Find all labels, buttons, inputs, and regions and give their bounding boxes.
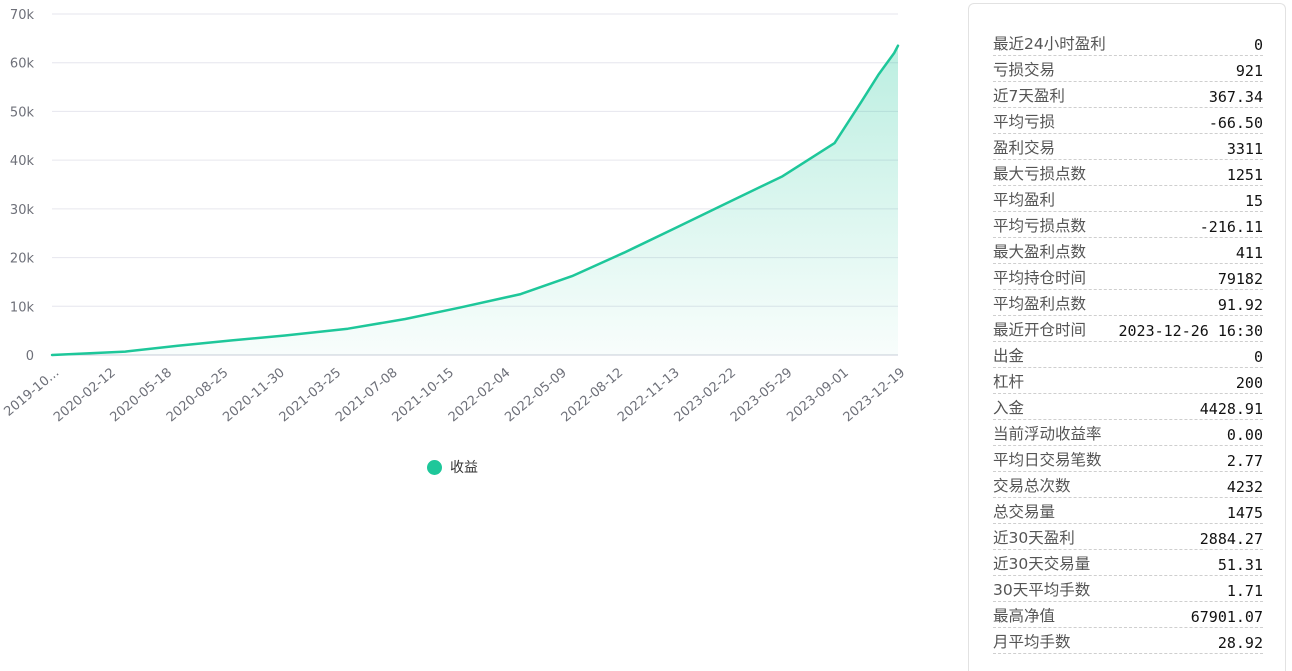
stat-label: 近30天盈利 [993, 529, 1075, 547]
stat-value: 200 [1235, 374, 1263, 392]
stat-row: 杠杆 200 [993, 368, 1263, 394]
stat-label: 平均持仓时间 [993, 269, 1087, 287]
y-tick-label: 50k [10, 105, 35, 120]
stats-panel: 最近24小时盈利 0 亏损交易 921 近7天盈利 367.34 平均亏损 -66.50 盈利交… [968, 3, 1286, 671]
stat-label: 出金 [993, 347, 1025, 365]
stat-row: 近30天交易量 51.31 [993, 550, 1263, 576]
stat-value: -216.11 [1199, 218, 1263, 236]
stat-row: 最高净值 67901.07 [993, 602, 1263, 628]
stat-label: 最近开仓时间 [993, 321, 1087, 339]
stat-value: -66.50 [1208, 114, 1263, 132]
stat-label: 入金 [993, 399, 1025, 417]
stat-value: 411 [1235, 244, 1263, 262]
stat-row: 总交易量 1475 [993, 498, 1263, 524]
stat-value: 15 [1244, 192, 1263, 210]
stat-row: 平均亏损点数 -216.11 [993, 212, 1263, 238]
stat-value: 367.34 [1208, 88, 1263, 106]
stat-value: 1251 [1226, 166, 1263, 184]
legend-marker-icon [427, 459, 442, 475]
stat-row: 月平均手数 28.92 [993, 628, 1263, 654]
stat-value: 4232 [1226, 478, 1263, 496]
stat-row: 最大盈利点数 411 [993, 238, 1263, 264]
series-profit [50, 44, 900, 357]
stat-row: 入金 4428.91 [993, 394, 1263, 420]
stat-label: 平均盈利 [993, 191, 1056, 209]
stat-label: 平均盈利点数 [993, 295, 1087, 313]
profit-area [52, 45, 898, 355]
stat-label: 最高净值 [993, 607, 1056, 625]
stat-value: 1475 [1226, 504, 1263, 522]
stat-value: 2023-12-26 16:30 [1118, 322, 1264, 340]
stat-label: 最大亏损点数 [993, 165, 1087, 183]
stat-value: 51.31 [1217, 556, 1263, 574]
stat-label: 亏损交易 [993, 61, 1056, 79]
stat-row: 近30天盈利 2884.27 [993, 524, 1263, 550]
stat-value: 921 [1235, 62, 1263, 80]
y-tick-label: 0 [26, 349, 34, 364]
stat-value: 2.77 [1226, 452, 1263, 470]
y-tick-label: 60k [10, 57, 35, 72]
stat-label: 交易总次数 [993, 477, 1071, 495]
stat-value: 67901.07 [1190, 608, 1263, 626]
stat-row: 最近24小时盈利 0 [993, 30, 1263, 56]
stat-label: 最大盈利点数 [993, 243, 1087, 261]
stat-label: 平均亏损点数 [993, 217, 1087, 235]
stat-value: 3311 [1226, 140, 1263, 158]
stat-row: 当前浮动收益率 0.00 [993, 420, 1263, 446]
stat-row: 平均盈利点数 91.92 [993, 290, 1263, 316]
stat-value: 4428.91 [1199, 400, 1263, 418]
stat-label: 月平均手数 [993, 633, 1071, 651]
stat-label: 近7天盈利 [993, 87, 1065, 105]
stat-row: 盈利交易 3311 [993, 134, 1263, 160]
stat-row: 近7天盈利 367.34 [993, 82, 1263, 108]
y-tick-label: 10k [10, 300, 35, 315]
y-tick-label: 40k [10, 154, 35, 169]
stat-value: 0 [1253, 348, 1263, 366]
stat-value: 0 [1253, 36, 1263, 54]
y-tick-label: 30k [10, 203, 35, 218]
profit-chart: 0 10k 20k 30k 40k 50k 60k 70k 2019-10...2020-02… [1, 8, 908, 425]
stat-row: 出金 0 [993, 342, 1263, 368]
stat-row: 亏损交易 921 [993, 56, 1263, 82]
stat-label: 平均亏损 [993, 113, 1056, 131]
stat-value: 0.00 [1226, 426, 1263, 444]
stat-label: 近30天交易量 [993, 555, 1091, 573]
x-axis: 2019-10...2020-02-122020-05-182020-08-25… [1, 365, 908, 425]
stat-value: 28.92 [1217, 634, 1263, 652]
stat-row: 平均持仓时间 79182 [993, 264, 1263, 290]
x-tick-label: 2023-12-19 [841, 365, 909, 425]
y-tick-label: 70k [10, 8, 35, 23]
stat-value: 2884.27 [1199, 530, 1263, 548]
stat-label: 盈利交易 [993, 139, 1056, 157]
stat-row: 平均盈利 15 [993, 186, 1263, 212]
stat-value: 79182 [1217, 270, 1263, 288]
stat-row: 30天平均手数 1.71 [993, 576, 1263, 602]
legend-label: 收益 [450, 460, 478, 476]
stat-row: 平均亏损 -66.50 [993, 108, 1263, 134]
stat-row: 交易总次数 4232 [993, 472, 1263, 498]
stat-row: 最近开仓时间 2023-12-26 16:30 [993, 316, 1263, 342]
y-axis: 0 10k 20k 30k 40k 50k 60k 70k [10, 8, 35, 364]
stat-label: 总交易量 [993, 503, 1056, 521]
stat-label: 杠杆 [993, 373, 1025, 391]
y-tick-label: 20k [10, 252, 35, 267]
stat-row: 最大亏损点数 1251 [993, 160, 1263, 186]
stat-label: 30天平均手数 [993, 581, 1091, 599]
chart-legend[interactable]: 收益 [427, 457, 478, 477]
stat-row: 平均日交易笔数 2.77 [993, 446, 1263, 472]
stat-value: 91.92 [1217, 296, 1263, 314]
stat-label: 当前浮动收益率 [993, 425, 1102, 443]
stat-label: 最近24小时盈利 [993, 35, 1106, 53]
stat-label: 平均日交易笔数 [993, 451, 1102, 469]
stat-value: 1.71 [1226, 582, 1263, 600]
